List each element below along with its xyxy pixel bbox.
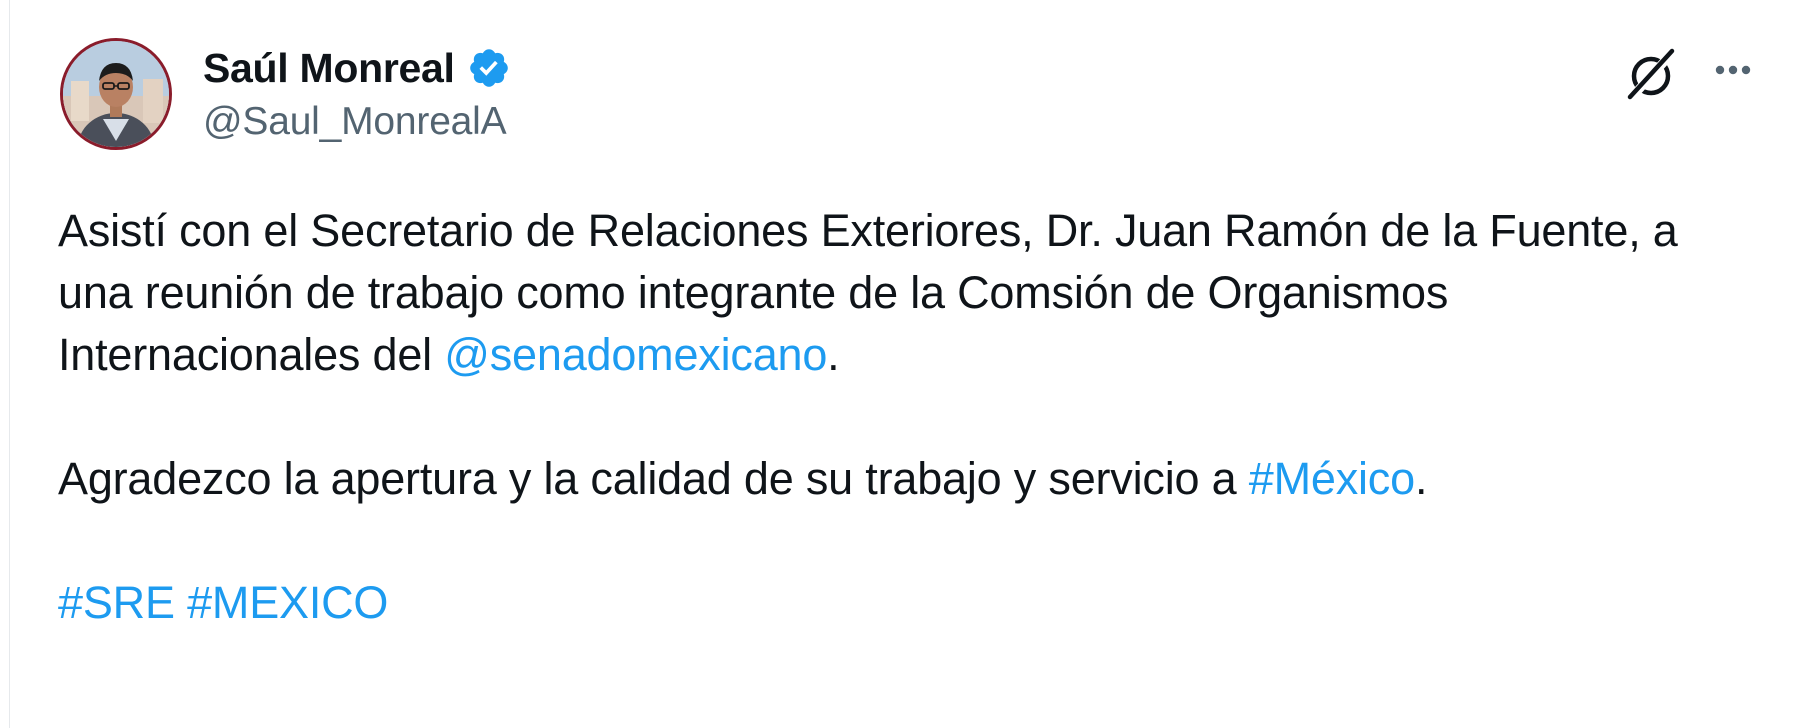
timeline-border: [0, 0, 10, 728]
hashtag-MEXICO-link[interactable]: #MEXICO: [187, 577, 388, 628]
hashtag-sre-link[interactable]: #SRE: [58, 577, 175, 628]
user-handle[interactable]: @Saul_MonrealA: [203, 100, 511, 144]
tweet-text: Asistí con el Secretario de Relaciones E…: [58, 200, 1758, 634]
hashtag-mexico-link[interactable]: #México: [1249, 453, 1415, 504]
avatar[interactable]: [60, 38, 172, 150]
user-block: Saúl Monreal @Saul_MonrealA: [203, 42, 511, 144]
tweet-paragraph-1-text: Asistí con el Secretario de Relaciones E…: [58, 205, 1678, 380]
tweet-paragraph-2-text: Agradezco la apertura y la calidad de su…: [58, 453, 1249, 504]
more-icon[interactable]: [1708, 48, 1758, 98]
verified-icon[interactable]: [467, 46, 511, 90]
display-name[interactable]: Saúl Monreal: [203, 45, 455, 92]
grok-icon[interactable]: [1623, 46, 1679, 102]
tweet[interactable]: Saúl Monreal @Saul_MonrealA Asistí con e…: [58, 38, 1758, 628]
tweet-header: Saúl Monreal @Saul_MonrealA: [58, 38, 1758, 158]
avatar-image: [63, 41, 169, 147]
tweet-paragraph-2: Agradezco la apertura y la calidad de su…: [58, 448, 1758, 510]
mention-link[interactable]: @senadomexicano: [444, 329, 827, 380]
name-row: Saúl Monreal: [203, 42, 511, 94]
tweet-paragraph-1: Asistí con el Secretario de Relaciones E…: [58, 200, 1758, 386]
tweet-paragraph-2-end: .: [1414, 453, 1428, 504]
tweet-paragraph-1-end: .: [827, 329, 840, 380]
tweet-hashtags: #SRE #MEXICO: [58, 572, 1758, 634]
